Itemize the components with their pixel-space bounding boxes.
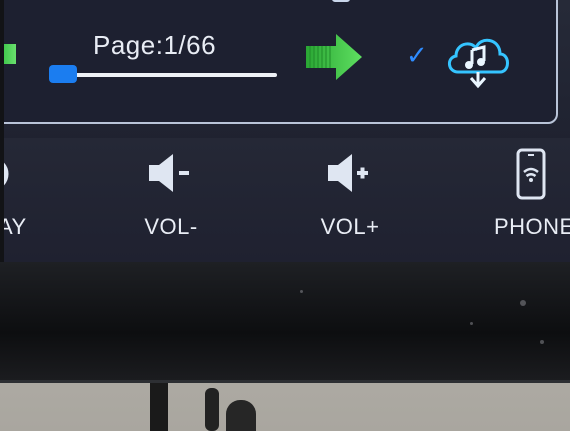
screen: ☆ Page:1/66	[4, 0, 570, 262]
volume-down-button[interactable]: VOL-	[116, 138, 226, 248]
phone-label: PHONE	[494, 214, 570, 239]
cable	[205, 388, 219, 431]
page-indicator: Page:1/66	[93, 30, 217, 60]
star-icon[interactable]: ☆	[400, 0, 427, 2]
control-bar: AY VOL- VOL+ PHONE	[4, 138, 570, 262]
cable	[226, 400, 256, 431]
photo: ☆ Page:1/66	[0, 0, 570, 431]
volume-up-label: VOL+	[320, 214, 380, 239]
volume-down-icon	[116, 148, 226, 198]
play-label: AY	[4, 214, 27, 239]
next-arrow-icon[interactable]	[306, 32, 366, 87]
slider-track[interactable]	[59, 73, 277, 77]
play-button[interactable]: AY	[4, 138, 108, 248]
phone-icon[interactable]	[332, 0, 350, 2]
cloud-music-download-icon[interactable]	[442, 28, 514, 97]
player-panel: ☆ Page:1/66	[4, 0, 558, 124]
slider-thumb[interactable]	[49, 65, 77, 83]
page-slider[interactable]	[49, 64, 279, 84]
volume-down-label: VOL-	[144, 214, 198, 239]
previous-arrow-icon[interactable]	[4, 44, 16, 64]
volume-up-icon	[295, 148, 405, 198]
phone-wifi-icon	[514, 148, 570, 200]
monitor-stand	[150, 383, 168, 431]
volume-up-button[interactable]: VOL+	[295, 138, 405, 248]
phone-button[interactable]: PHONE	[494, 138, 570, 248]
checkmark-icon[interactable]: ✓	[406, 42, 428, 68]
play-icon	[4, 148, 108, 198]
